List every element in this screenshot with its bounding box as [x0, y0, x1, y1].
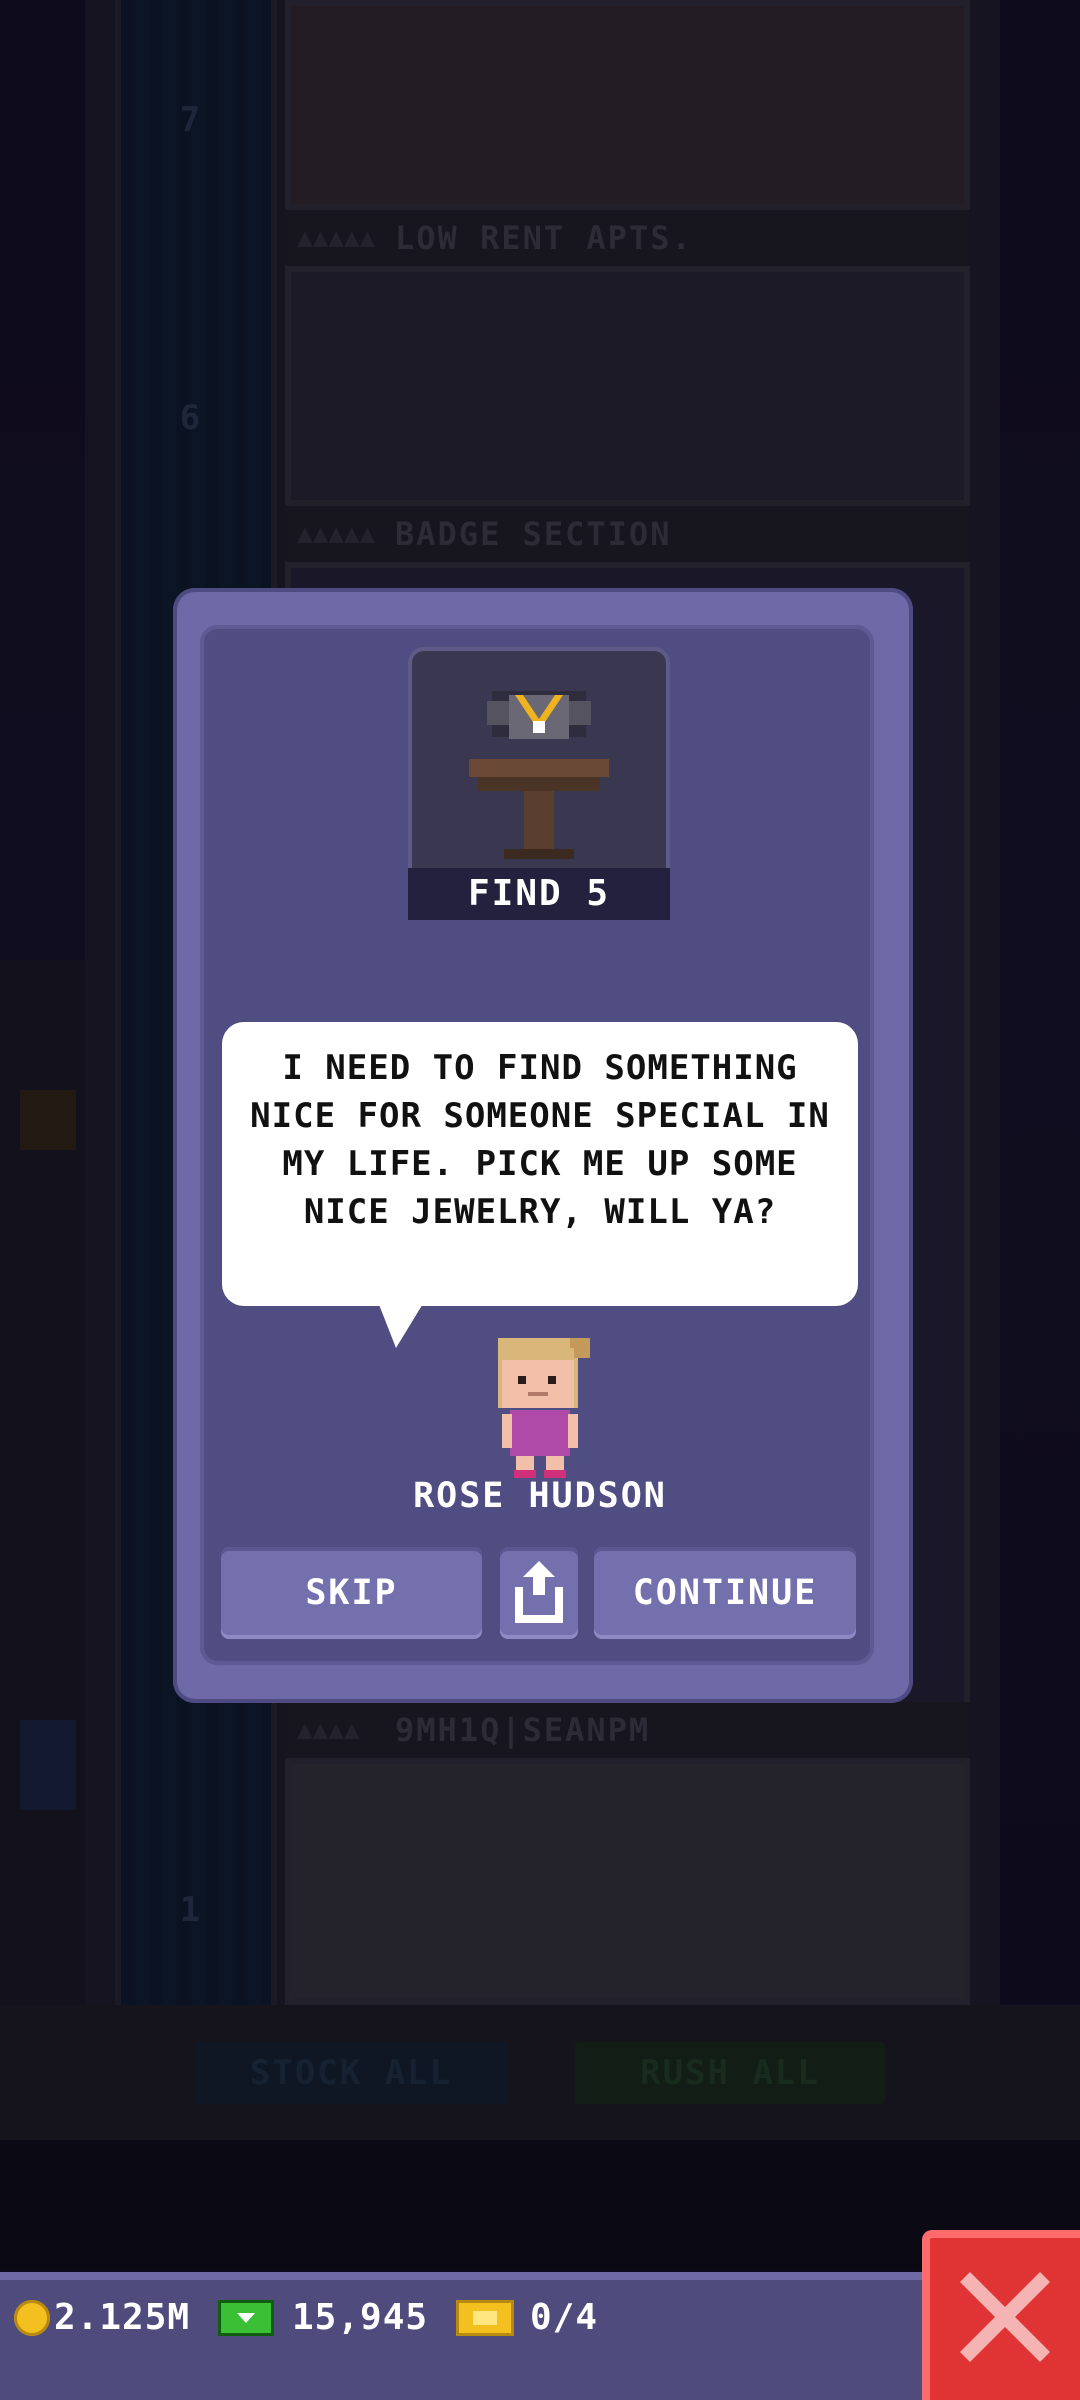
- game-screen: 7 6 1 ▲▲▲▲▲ LOW RENT APTS. ▲▲▲▲▲ BADGE S…: [0, 0, 1080, 2400]
- close-button[interactable]: [922, 2230, 1080, 2400]
- share-icon: [515, 1561, 563, 1623]
- speech-text: I NEED TO FIND SOMETHING NICE FOR SOMEON…: [250, 1048, 830, 1232]
- skip-button[interactable]: SKIP: [221, 1547, 482, 1639]
- coin-balance: 2.125M: [54, 2297, 191, 2338]
- ticket-icon: [456, 2300, 514, 2336]
- character-sprite: [498, 1338, 590, 1478]
- character-name: ROSE HUDSON: [413, 1476, 667, 1516]
- mission-badge-caption: FIND 5: [408, 868, 670, 920]
- bux-balance: 15,945: [292, 2297, 429, 2338]
- coin-icon: [14, 2300, 50, 2336]
- speech-bubble-tail: [378, 1302, 424, 1348]
- share-button[interactable]: [500, 1547, 578, 1639]
- bux-icon: [218, 2300, 274, 2336]
- close-icon: [960, 2272, 1050, 2362]
- necklace-pedestal-icon: [469, 691, 609, 859]
- speech-bubble: I NEED TO FIND SOMETHING NICE FOR SOMEON…: [222, 1022, 858, 1306]
- continue-button[interactable]: CONTINUE: [594, 1547, 856, 1639]
- ticket-count: 0/4: [530, 2297, 599, 2338]
